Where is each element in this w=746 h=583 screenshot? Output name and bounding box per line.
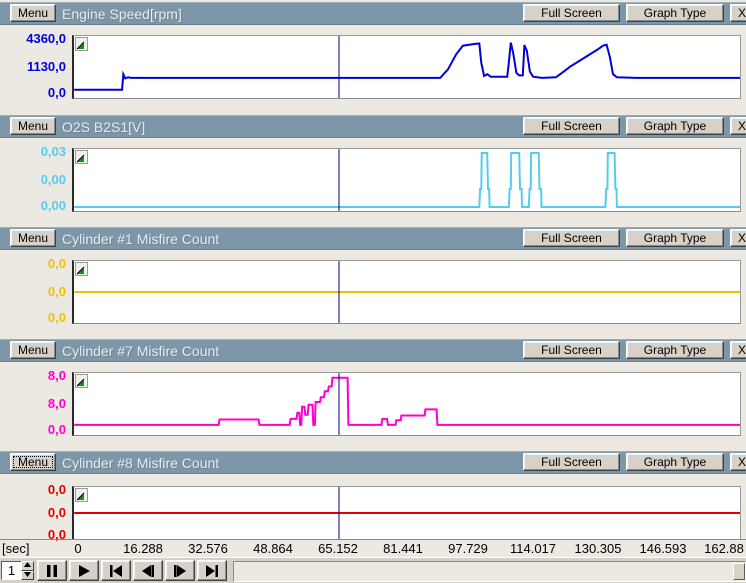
close-button[interactable]: X xyxy=(730,117,746,135)
plot-area[interactable] xyxy=(72,260,741,324)
panel-title: O2S B2S1[V] xyxy=(62,119,145,135)
graph-type-button[interactable]: Graph Type xyxy=(626,229,724,247)
time-axis: [sec] 0 16.288 32.576 48.864 65.152 81.4… xyxy=(0,539,746,558)
plot-area[interactable] xyxy=(72,372,741,436)
y-cursor-label: 0,0 xyxy=(0,284,66,299)
full-screen-button[interactable]: Full Screen xyxy=(523,229,620,247)
time-tick: 81.441 xyxy=(383,541,423,556)
graph-type-button[interactable]: Graph Type xyxy=(626,453,724,471)
graph-type-button[interactable]: Graph Type xyxy=(626,4,724,22)
skip-to-end-button[interactable] xyxy=(197,560,227,581)
y-min-label: 0,0 xyxy=(0,310,66,325)
time-tick: 16.288 xyxy=(123,541,163,556)
y-max-label: 8,0 xyxy=(0,368,66,383)
close-button[interactable]: X xyxy=(730,4,746,22)
close-button[interactable]: X xyxy=(730,341,746,359)
y-max-label: 0,0 xyxy=(0,256,66,271)
panel-title: Cylinder #1 Misfire Count xyxy=(62,231,219,247)
time-tick: 32.576 xyxy=(188,541,228,556)
trigger-marker-icon xyxy=(75,488,88,502)
y-cursor-label: 0,00 xyxy=(0,172,66,187)
time-tick: 162.88 xyxy=(704,541,744,556)
menu-button[interactable]: Menu xyxy=(10,341,56,359)
full-screen-button[interactable]: Full Screen xyxy=(523,117,620,135)
time-tick: 146.593 xyxy=(640,541,687,556)
close-button[interactable]: X xyxy=(730,453,746,471)
timeline-scrollbar[interactable] xyxy=(233,561,746,582)
plot-area[interactable] xyxy=(72,486,741,540)
skip-to-start-button[interactable] xyxy=(101,560,131,581)
y-cursor-label: 1130,0 xyxy=(0,59,66,74)
panel-titlebar: Menu Cylinder #8 Misfire Count Full Scre… xyxy=(0,451,746,474)
panel-titlebar: Menu O2S B2S1[V] Full Screen Graph Type … xyxy=(0,115,746,138)
time-tick: 48.864 xyxy=(253,541,293,556)
step-forward-button[interactable] xyxy=(165,560,195,581)
y-min-label: 0,00 xyxy=(0,198,66,213)
cyl8-misfire-waveform xyxy=(74,487,740,539)
cyl1-misfire-waveform xyxy=(74,261,740,323)
graph-type-button[interactable]: Graph Type xyxy=(626,117,724,135)
y-cursor-label: 8,0 xyxy=(0,396,66,411)
step-forward-icon xyxy=(171,563,189,579)
play-button[interactable] xyxy=(69,560,99,581)
graph-viewer-window: Menu Engine Speed[rpm] Full Screen Graph… xyxy=(0,0,746,583)
plot-area[interactable] xyxy=(72,35,741,99)
plot-area[interactable] xyxy=(72,148,741,212)
close-button[interactable]: X xyxy=(730,229,746,247)
time-tick: 114.017 xyxy=(510,541,556,556)
panel-title: Cylinder #8 Misfire Count xyxy=(62,455,219,471)
scrollbar-thumb[interactable] xyxy=(733,563,745,580)
panel-cyl8-misfire: Menu Cylinder #8 Misfire Count Full Scre… xyxy=(0,449,746,539)
y-cursor-label: 0,0 xyxy=(0,505,66,520)
y-max-label: 0,03 xyxy=(0,144,66,159)
panel-cyl1-misfire: Menu Cylinder #1 Misfire Count Full Scre… xyxy=(0,225,746,337)
cyl7-misfire-waveform xyxy=(74,373,740,435)
trigger-marker-icon xyxy=(75,262,88,276)
panel-title: Cylinder #7 Misfire Count xyxy=(62,343,219,359)
skip-to-start-icon xyxy=(107,563,125,579)
pause-icon xyxy=(43,563,61,579)
trigger-marker-icon xyxy=(75,37,88,51)
menu-button[interactable]: Menu xyxy=(10,117,56,135)
o2s-waveform xyxy=(74,149,740,211)
panel-engine-speed: Menu Engine Speed[rpm] Full Screen Graph… xyxy=(0,0,746,113)
pause-button[interactable] xyxy=(37,560,67,581)
time-tick: 0 xyxy=(74,541,81,556)
panel-titlebar: Menu Engine Speed[rpm] Full Screen Graph… xyxy=(0,2,746,25)
play-icon xyxy=(75,563,93,579)
step-back-icon xyxy=(139,563,157,579)
panel-title: Engine Speed[rpm] xyxy=(62,6,182,22)
time-unit-label: [sec] xyxy=(2,541,29,556)
full-screen-button[interactable]: Full Screen xyxy=(523,341,620,359)
full-screen-button[interactable]: Full Screen xyxy=(523,4,620,22)
time-tick: 130.305 xyxy=(575,541,622,556)
playback-speed-value[interactable]: 1 xyxy=(1,561,22,580)
menu-button[interactable]: Menu xyxy=(10,4,56,22)
playback-toolbar: 1 xyxy=(0,557,746,583)
menu-button[interactable]: Menu xyxy=(10,229,56,247)
engine-speed-waveform xyxy=(74,36,740,98)
panel-o2s-b2s1: Menu O2S B2S1[V] Full Screen Graph Type … xyxy=(0,113,746,225)
panel-cyl7-misfire: Menu Cylinder #7 Misfire Count Full Scre… xyxy=(0,337,746,449)
speed-up-button[interactable] xyxy=(21,561,34,571)
skip-to-end-icon xyxy=(203,563,221,579)
y-min-label: 0,0 xyxy=(0,85,66,100)
panel-titlebar: Menu Cylinder #1 Misfire Count Full Scre… xyxy=(0,227,746,250)
y-min-label: 0,0 xyxy=(0,422,66,437)
time-tick: 65.152 xyxy=(318,541,358,556)
speed-down-button[interactable] xyxy=(21,571,34,580)
trigger-marker-icon xyxy=(75,374,88,388)
y-max-label: 0,0 xyxy=(0,482,66,497)
menu-button[interactable]: Menu xyxy=(10,453,56,471)
time-tick: 97.729 xyxy=(448,541,488,556)
full-screen-button[interactable]: Full Screen xyxy=(523,453,620,471)
trigger-marker-icon xyxy=(75,150,88,164)
step-back-button[interactable] xyxy=(133,560,163,581)
graph-type-button[interactable]: Graph Type xyxy=(626,341,724,359)
panel-titlebar: Menu Cylinder #7 Misfire Count Full Scre… xyxy=(0,339,746,362)
y-max-label: 4360,0 xyxy=(0,31,66,46)
